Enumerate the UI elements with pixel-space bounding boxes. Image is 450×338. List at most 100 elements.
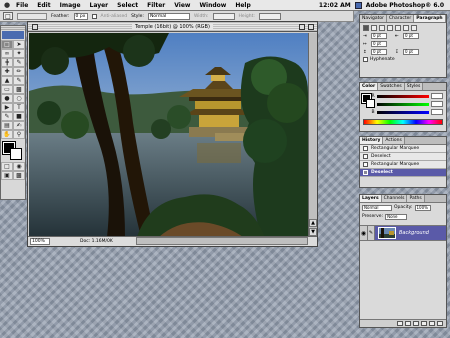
standard-screen-mode-icon[interactable]: ▣ xyxy=(1,171,13,180)
paintbrush-icon[interactable]: ✎ xyxy=(368,226,375,240)
left-indent-field[interactable]: 0 pt xyxy=(371,33,387,39)
tab-color[interactable]: Color xyxy=(360,83,379,90)
red-slider[interactable] xyxy=(376,94,429,98)
zoom-level-field[interactable]: 100% xyxy=(30,238,50,245)
standard-mode-icon[interactable]: □ xyxy=(1,162,13,171)
align-left-icon[interactable] xyxy=(363,25,369,31)
menu-help[interactable]: Help xyxy=(235,2,250,9)
tab-navigator[interactable]: Navigator xyxy=(360,15,388,22)
feather-input[interactable]: 0 px xyxy=(73,12,88,20)
style-select[interactable]: Normal xyxy=(147,12,190,20)
marquee-tool-icon[interactable]: □ xyxy=(1,40,13,49)
selection-mode-buttons[interactable] xyxy=(17,12,47,20)
tab-channels[interactable]: Channels xyxy=(381,195,408,202)
red-value-field[interactable] xyxy=(430,93,443,99)
horizontal-scrollbar[interactable] xyxy=(136,237,308,245)
quick-mask-mode-icon[interactable]: ◉ xyxy=(13,162,25,171)
layer-style-icon[interactable] xyxy=(397,321,403,326)
pen-tool-icon[interactable]: ✎ xyxy=(1,112,13,121)
gradient-tool-icon[interactable]: ▩ xyxy=(13,85,25,94)
tab-paragraph[interactable]: Paragraph xyxy=(414,15,446,22)
green-slider[interactable] xyxy=(377,102,429,106)
menu-image[interactable]: Image xyxy=(60,2,81,9)
scroll-down-arrow-icon[interactable]: ▼ xyxy=(309,228,317,236)
healing-tool-icon[interactable]: ✚ xyxy=(1,67,13,76)
menu-filter[interactable]: Filter xyxy=(147,2,165,9)
hand-tool-icon[interactable]: ✋ xyxy=(1,130,13,139)
clone-stamp-tool-icon[interactable]: ▲ xyxy=(1,76,13,85)
slice-tool-icon[interactable]: ✎ xyxy=(13,58,25,67)
move-tool-icon[interactable]: ➤ xyxy=(13,40,25,49)
menu-window[interactable]: Window xyxy=(199,2,226,9)
scroll-up-arrow-icon[interactable]: ▲ xyxy=(309,219,317,227)
magic-wand-tool-icon[interactable]: ✦ xyxy=(13,49,25,58)
toolbox-title-bar[interactable] xyxy=(1,26,25,30)
tab-swatches[interactable]: Swatches xyxy=(378,83,405,90)
justify-all-icon[interactable] xyxy=(411,25,417,31)
zoom-box-icon[interactable] xyxy=(299,24,305,30)
zoom-tool-icon[interactable]: ⚲ xyxy=(13,130,25,139)
marquee-tool-preset-icon[interactable]: □ xyxy=(3,12,13,20)
tab-paths[interactable]: Paths xyxy=(407,195,425,202)
brush-tool-icon[interactable]: ✏ xyxy=(13,67,25,76)
layer-mask-icon[interactable] xyxy=(405,321,411,326)
menu-file[interactable]: File xyxy=(16,2,28,9)
hyphenate-checkbox[interactable] xyxy=(363,57,368,62)
space-after-field[interactable]: 0 pt xyxy=(403,49,419,55)
tab-actions[interactable]: Actions xyxy=(383,137,405,144)
space-before-field[interactable]: 0 pt xyxy=(371,49,387,55)
history-brush-tool-icon[interactable]: ✎ xyxy=(13,76,25,85)
menu-select[interactable]: Select xyxy=(117,2,138,9)
menu-edit[interactable]: Edit xyxy=(37,2,50,9)
tab-styles[interactable]: Styles xyxy=(404,83,424,90)
vertical-scrollbar[interactable]: ▲ ▼ xyxy=(308,33,317,237)
tab-history[interactable]: History xyxy=(360,137,384,144)
apple-menu-icon[interactable]: ● xyxy=(3,1,11,9)
close-box-icon[interactable] xyxy=(32,24,38,30)
lock-select[interactable]: None xyxy=(385,213,408,220)
align-center-icon[interactable] xyxy=(371,25,377,31)
collapse-box-icon[interactable] xyxy=(308,24,314,30)
blue-slider[interactable] xyxy=(376,110,429,114)
new-set-icon[interactable] xyxy=(413,321,419,326)
notes-tool-icon[interactable]: ▤ xyxy=(1,121,13,130)
document-title-bar[interactable]: Temple (16bit) @ 100% (RGB) xyxy=(28,22,317,32)
layer-row-background[interactable]: ◉ ✎ Background xyxy=(360,225,446,241)
green-value-field[interactable] xyxy=(431,101,443,107)
document-size-info[interactable]: Doc: 1.16M/0K xyxy=(80,239,113,244)
crop-tool-icon[interactable]: ╋ xyxy=(1,58,13,67)
menu-view[interactable]: View xyxy=(174,2,190,9)
blur-tool-icon[interactable]: ● xyxy=(1,94,13,103)
dodge-tool-icon[interactable]: ○ xyxy=(13,94,25,103)
justify-center-icon[interactable] xyxy=(395,25,401,31)
image-canvas[interactable] xyxy=(29,33,308,237)
align-right-icon[interactable] xyxy=(379,25,385,31)
shape-tool-icon[interactable]: ■ xyxy=(13,112,25,121)
history-item[interactable]: Deselect xyxy=(360,153,446,161)
color-background-swatch[interactable] xyxy=(366,99,375,108)
menu-layer[interactable]: Layer xyxy=(90,2,109,9)
color-spectrum-bar[interactable] xyxy=(363,119,443,125)
justify-right-icon[interactable] xyxy=(403,25,409,31)
blend-mode-select[interactable]: Normal xyxy=(362,204,392,211)
height-input[interactable] xyxy=(258,12,281,20)
tab-layers[interactable]: Layers xyxy=(360,195,382,202)
tab-character[interactable]: Character xyxy=(387,15,415,22)
new-layer-icon[interactable] xyxy=(429,321,435,326)
full-screen-mode-icon[interactable]: ▩ xyxy=(13,171,25,180)
type-tool-icon[interactable]: T xyxy=(13,103,25,112)
background-color-swatch[interactable] xyxy=(10,148,22,160)
first-line-indent-field[interactable]: 0 pt xyxy=(371,41,387,47)
eraser-tool-icon[interactable]: ▭ xyxy=(1,85,13,94)
opacity-field[interactable]: 100% xyxy=(414,204,431,211)
blue-value-field[interactable] xyxy=(430,109,443,115)
path-selection-tool-icon[interactable]: ▶ xyxy=(1,103,13,112)
history-item[interactable]: Rectangular Marquee xyxy=(360,161,446,169)
history-item[interactable]: Rectangular Marquee xyxy=(360,145,446,153)
application-menu[interactable]: Adobe Photoshop® 6.0 xyxy=(366,2,444,9)
eye-icon[interactable]: ◉ xyxy=(360,226,368,240)
width-input[interactable] xyxy=(212,12,235,20)
justify-left-icon[interactable] xyxy=(387,25,393,31)
photoshop-app-icon[interactable] xyxy=(354,1,362,9)
lasso-tool-icon[interactable]: ∞ xyxy=(1,49,13,58)
